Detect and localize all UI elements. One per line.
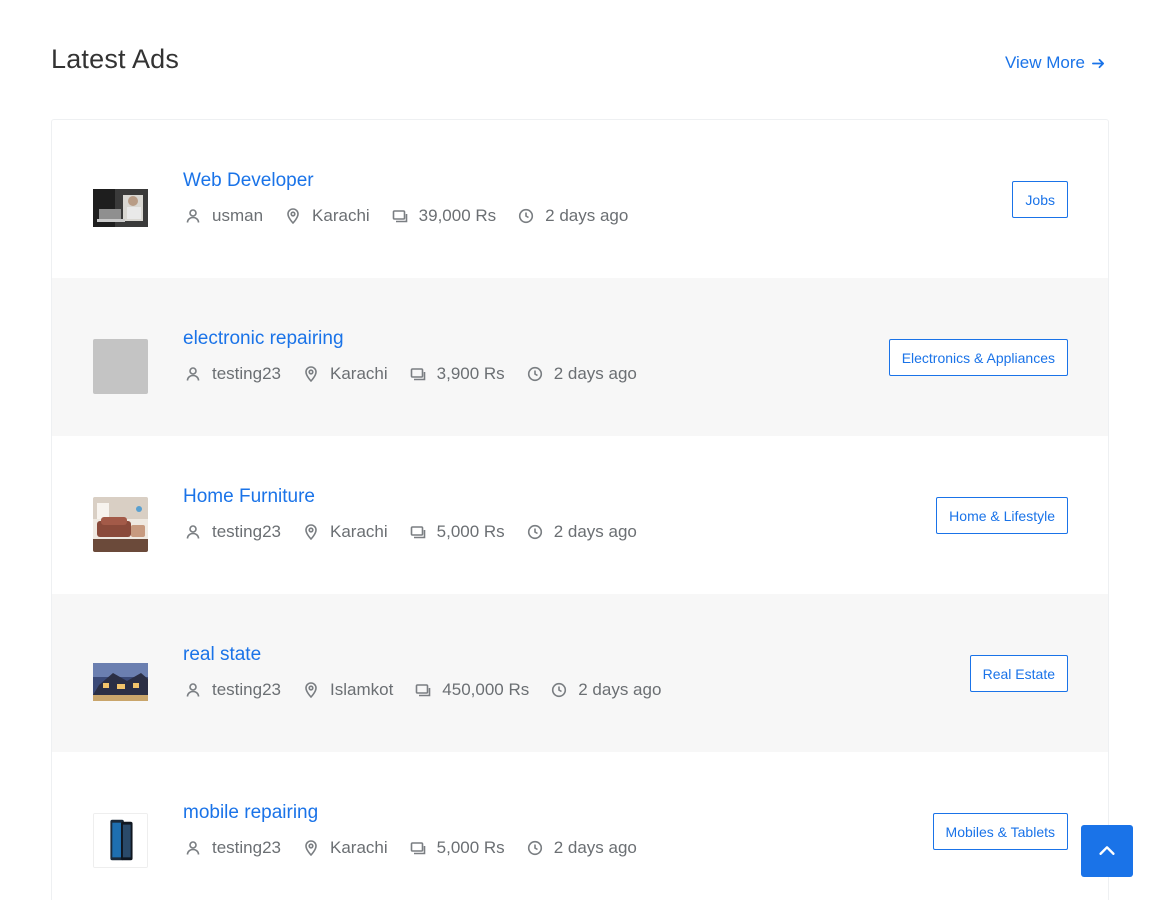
user-icon [186, 683, 200, 697]
ad-meta: usman Karachi 39,000 Rs 2 days ago [185, 206, 650, 226]
ad-row[interactable]: Web Developer usman Karachi 39,000 Rs 2 … [52, 120, 1108, 278]
ad-location-text: Islamkot [330, 680, 394, 699]
location-pin-icon [305, 682, 317, 698]
ad-price: 3,900 Rs [410, 364, 505, 384]
furniture-photo-icon [93, 497, 148, 552]
view-more-link[interactable]: View More [1005, 53, 1106, 73]
ad-title[interactable]: real state [183, 644, 261, 666]
ad-thumbnail[interactable] [93, 181, 148, 236]
ad-user: testing23 [185, 364, 281, 384]
ad-user-name: testing23 [212, 680, 281, 699]
latest-ads-header: Latest Ads View More [51, 40, 1108, 90]
ad-location: Islamkot [303, 680, 393, 700]
phone-photo-icon [94, 814, 147, 867]
ad-thumbnail[interactable] [93, 339, 148, 394]
ad-row[interactable]: Home Furniture testing23 Karachi 5,000 R… [52, 436, 1108, 594]
ad-price-text: 5,000 Rs [436, 522, 505, 541]
ad-location: Karachi [285, 206, 370, 226]
arrow-right-icon [1092, 58, 1105, 68]
user-icon [186, 841, 200, 855]
ad-location-text: Karachi [330, 838, 388, 857]
ad-row[interactable]: real state testing23 Islamkot 450,000 Rs… [52, 594, 1108, 752]
ad-time: 2 days ago [551, 680, 661, 700]
ad-time-text: 2 days ago [553, 364, 637, 383]
ad-location-text: Karachi [330, 364, 388, 383]
ad-location-text: Karachi [312, 206, 370, 225]
price-tag-icon [415, 684, 431, 697]
clock-icon [527, 366, 542, 382]
ad-location-text: Karachi [330, 522, 388, 541]
clock-icon [527, 840, 542, 856]
ad-location: Karachi [303, 838, 388, 858]
ad-time: 2 days ago [518, 206, 628, 226]
ad-price: 450,000 Rs [415, 680, 529, 700]
ad-user-name: testing23 [212, 522, 281, 541]
page-title: Latest Ads [51, 44, 180, 74]
ad-row[interactable]: mobile repairing testing23 Karachi 5,000… [52, 752, 1108, 900]
ad-location: Karachi [303, 364, 388, 384]
laptop-photo-icon [93, 189, 148, 227]
category-tag[interactable]: Home & Lifestyle [936, 497, 1068, 534]
ad-price-text: 3,900 Rs [436, 364, 505, 383]
ad-time: 2 days ago [527, 522, 637, 542]
ad-user: testing23 [185, 522, 281, 542]
ad-user: usman [185, 206, 263, 226]
ad-title[interactable]: Web Developer [183, 170, 314, 192]
view-more-label: View More [1005, 53, 1085, 72]
house-photo-icon [93, 663, 148, 701]
clock-icon [552, 682, 567, 698]
ad-row[interactable]: electronic repairing testing23 Karachi 3… [52, 278, 1108, 436]
ad-thumbnail[interactable] [93, 813, 148, 868]
price-tag-icon [410, 526, 425, 539]
location-pin-icon [305, 840, 317, 856]
ad-user: testing23 [185, 680, 281, 700]
ad-user-name: testing23 [212, 364, 281, 383]
user-icon [186, 525, 200, 539]
ad-time: 2 days ago [527, 364, 637, 384]
ad-thumbnail[interactable] [93, 497, 148, 552]
ad-user-name: usman [212, 206, 264, 225]
user-icon [186, 209, 200, 223]
ad-price-text: 39,000 Rs [418, 206, 497, 225]
location-pin-icon [305, 524, 317, 540]
category-tag[interactable]: Real Estate [969, 655, 1068, 692]
ad-time: 2 days ago [527, 838, 637, 858]
ad-time-text: 2 days ago [578, 680, 662, 699]
category-tag[interactable]: Mobiles & Tablets [932, 813, 1068, 850]
ad-meta: testing23 Karachi 5,000 Rs 2 days ago [185, 838, 659, 858]
ad-time-text: 2 days ago [545, 206, 629, 225]
ad-title[interactable]: mobile repairing [183, 802, 318, 824]
ad-user: testing23 [185, 838, 281, 858]
image-placeholder-icon [93, 339, 148, 394]
ad-time-text: 2 days ago [553, 838, 637, 857]
scroll-to-top-button[interactable] [1081, 825, 1133, 877]
clock-icon [527, 524, 542, 540]
price-tag-icon [392, 210, 407, 223]
ad-price-text: 5,000 Rs [436, 838, 505, 857]
category-tag[interactable]: Electronics & Appliances [888, 339, 1068, 376]
ad-user-name: testing23 [212, 838, 281, 857]
chevron-up-icon [1099, 846, 1115, 855]
ads-list: Web Developer usman Karachi 39,000 Rs 2 … [51, 119, 1109, 900]
price-tag-icon [410, 368, 425, 381]
clock-icon [519, 208, 534, 224]
ad-meta: testing23 Karachi 3,900 Rs 2 days ago [185, 364, 659, 384]
user-icon [186, 367, 200, 381]
ad-price: 5,000 Rs [410, 522, 505, 542]
price-tag-icon [410, 842, 425, 855]
ad-title[interactable]: Home Furniture [183, 486, 315, 508]
ad-price: 5,000 Rs [410, 838, 505, 858]
ad-meta: testing23 Islamkot 450,000 Rs 2 days ago [185, 680, 683, 700]
location-pin-icon [305, 366, 317, 382]
ad-thumbnail[interactable] [93, 655, 148, 710]
location-pin-icon [287, 208, 299, 224]
ad-price: 39,000 Rs [392, 206, 497, 226]
ad-location: Karachi [303, 522, 388, 542]
category-tag[interactable]: Jobs [1012, 181, 1068, 218]
ad-meta: testing23 Karachi 5,000 Rs 2 days ago [185, 522, 659, 542]
ad-price-text: 450,000 Rs [442, 680, 530, 699]
ad-title[interactable]: electronic repairing [183, 328, 344, 350]
ad-time-text: 2 days ago [553, 522, 637, 541]
